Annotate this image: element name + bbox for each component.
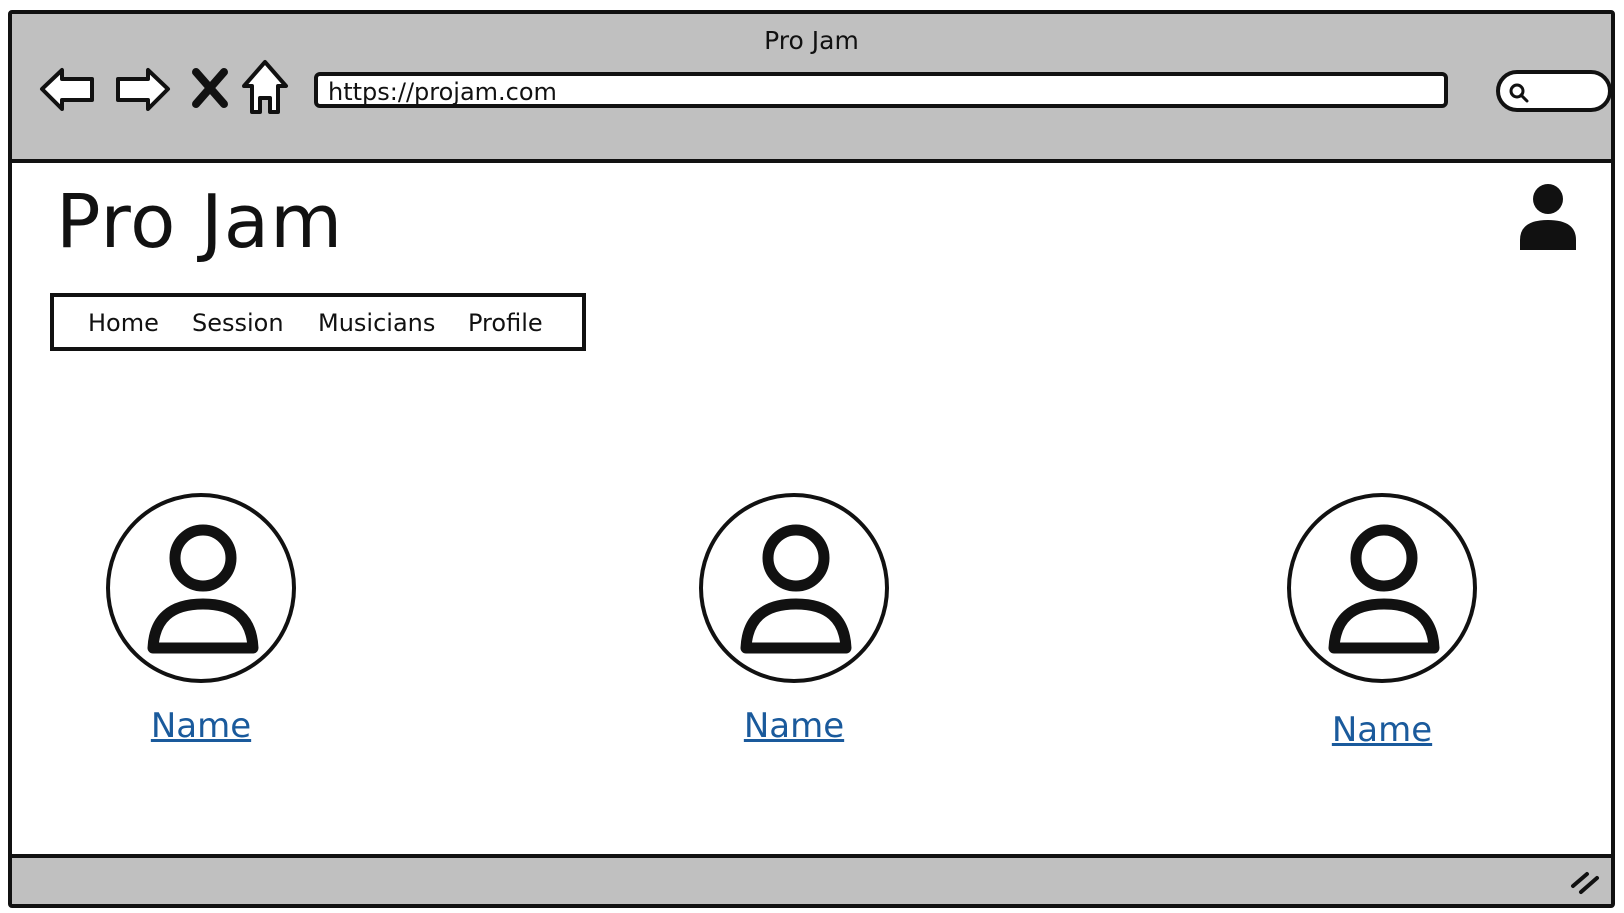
musician-card: Name xyxy=(101,493,301,763)
user-avatar-icon xyxy=(147,524,259,654)
forward-arrow-icon[interactable] xyxy=(108,56,174,122)
resize-handle-icon[interactable] xyxy=(1569,866,1603,896)
musician-name-link[interactable]: Name xyxy=(694,706,894,746)
musician-card: Name xyxy=(1282,493,1482,763)
browser-search-box[interactable] xyxy=(1496,70,1612,112)
main-nav: Home Session Musicians Profile xyxy=(50,293,586,351)
home-icon[interactable] xyxy=(232,56,298,122)
musician-name-link[interactable]: Name xyxy=(1282,710,1482,750)
search-icon xyxy=(1509,83,1529,103)
avatar xyxy=(106,493,296,683)
musician-name-link[interactable]: Name xyxy=(101,706,301,746)
back-arrow-icon[interactable] xyxy=(36,56,102,122)
url-text: https://projam.com xyxy=(328,78,557,106)
avatar xyxy=(1287,493,1477,683)
window-title: Pro Jam xyxy=(764,26,859,55)
nav-item-home[interactable]: Home xyxy=(88,309,159,337)
nav-item-profile[interactable]: Profile xyxy=(468,309,543,337)
browser-chrome: Pro Jam https://projam.com xyxy=(12,14,1612,163)
nav-item-musicians[interactable]: Musicians xyxy=(318,309,435,337)
user-avatar-icon xyxy=(1328,524,1440,654)
avatar xyxy=(699,493,889,683)
nav-item-session[interactable]: Session xyxy=(192,309,284,337)
page-content: Pro Jam Home Session Musicians Profile N… xyxy=(12,163,1611,854)
status-bar xyxy=(12,854,1611,904)
browser-window: Pro Jam https://projam.com Pro Jam Home … xyxy=(8,10,1615,908)
musician-card: Name xyxy=(694,493,894,763)
address-bar[interactable]: https://projam.com xyxy=(314,72,1448,108)
user-icon[interactable] xyxy=(1518,184,1578,250)
site-title: Pro Jam xyxy=(56,179,344,265)
user-avatar-icon xyxy=(740,524,852,654)
